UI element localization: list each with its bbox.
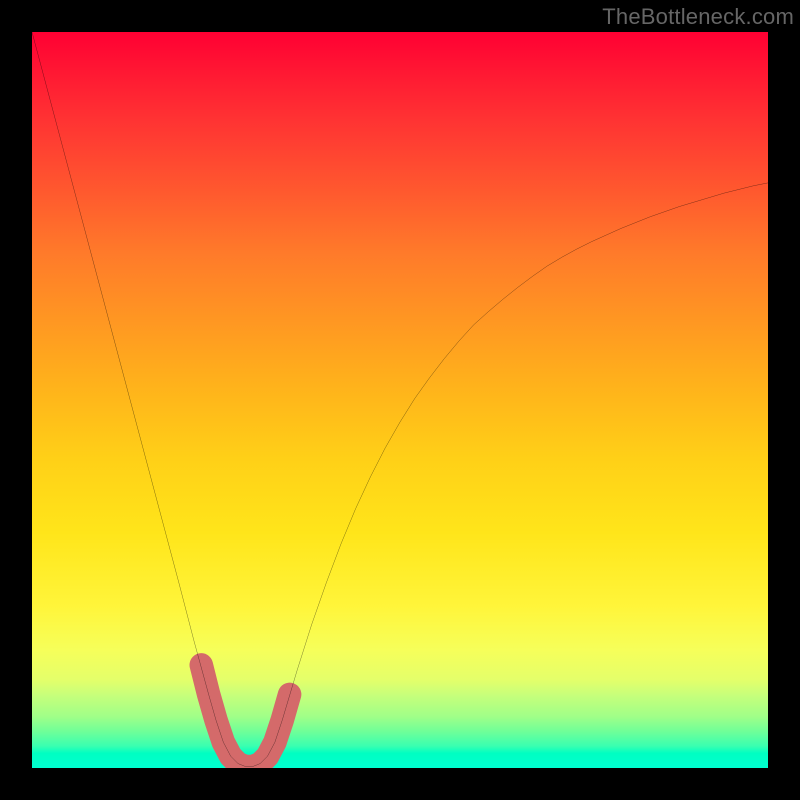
watermark: TheBottleneck.com — [602, 4, 794, 30]
plot-area — [32, 32, 768, 768]
chart-frame: TheBottleneck.com — [0, 0, 800, 800]
main-curve — [32, 32, 768, 768]
